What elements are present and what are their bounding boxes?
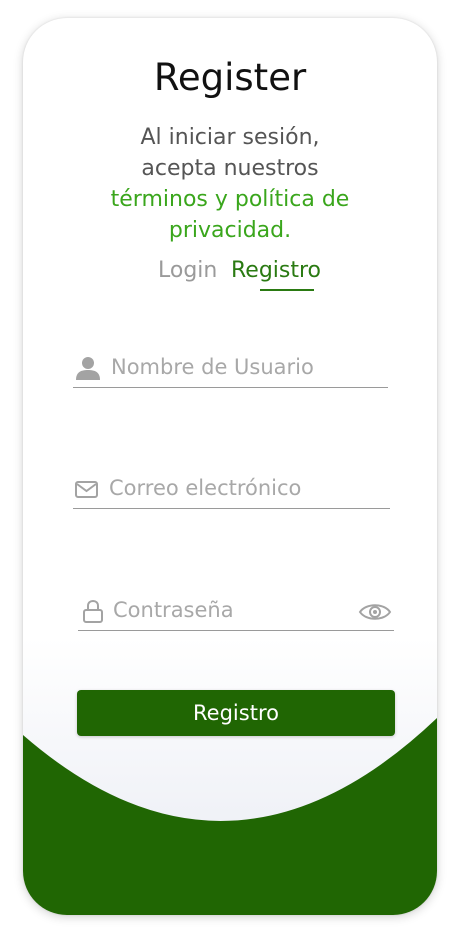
- register-button[interactable]: Registro: [77, 690, 395, 736]
- page-title: Register: [153, 56, 307, 99]
- green-wave-background: [23, 718, 437, 915]
- mail-icon: [75, 481, 98, 498]
- email-field[interactable]: [73, 468, 390, 509]
- auth-tabs: Login Registro: [23, 258, 437, 292]
- user-icon: [76, 357, 100, 380]
- register-card: Register Al iniciar sesión, acepta nuest…: [23, 18, 437, 915]
- tab-register[interactable]: Registro: [231, 258, 321, 283]
- tab-login[interactable]: Login: [158, 258, 217, 283]
- terms-notice: Al iniciar sesión, acepta nuestros térmi…: [85, 122, 375, 246]
- terms-link-line1[interactable]: términos y política de: [85, 184, 375, 215]
- password-field[interactable]: [78, 590, 394, 631]
- username-input[interactable]: [111, 353, 381, 381]
- active-tab-indicator: [260, 289, 314, 291]
- eye-icon[interactable]: [358, 598, 392, 624]
- email-input[interactable]: [109, 474, 379, 502]
- password-input[interactable]: [113, 596, 348, 624]
- terms-notice-line2: acepta nuestros: [141, 156, 319, 181]
- lock-icon: [83, 599, 103, 623]
- username-field[interactable]: [73, 347, 388, 388]
- terms-link-line2[interactable]: privacidad.: [85, 215, 375, 246]
- terms-notice-line1: Al iniciar sesión,: [140, 125, 320, 150]
